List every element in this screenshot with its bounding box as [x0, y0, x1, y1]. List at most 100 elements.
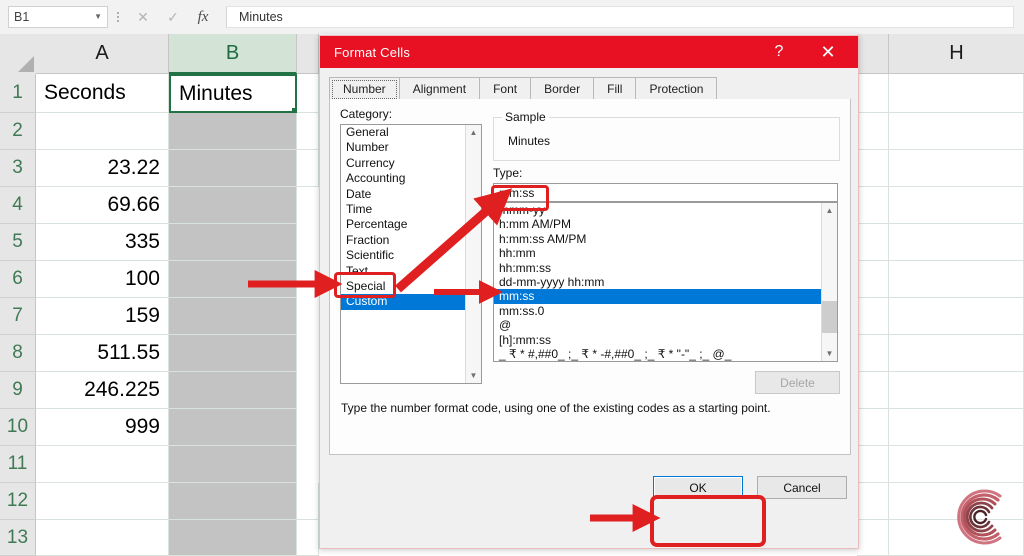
- cell-h3[interactable]: [889, 150, 1024, 187]
- row-header-5[interactable]: 5: [0, 224, 36, 261]
- cell-b4[interactable]: [169, 187, 297, 224]
- type-item-at[interactable]: @: [494, 318, 837, 332]
- cell-g13[interactable]: [857, 520, 889, 556]
- cell-a5[interactable]: 335: [36, 224, 169, 261]
- cell-h11[interactable]: [889, 446, 1024, 483]
- cell-b12[interactable]: [169, 483, 297, 520]
- type-item-hh-mm[interactable]: hh:mm: [494, 246, 837, 260]
- cell-b1[interactable]: Minutes: [169, 74, 297, 113]
- cell-c12[interactable]: [297, 483, 319, 520]
- tab-protection[interactable]: Protection: [635, 77, 717, 99]
- cell-a1[interactable]: Seconds: [36, 74, 169, 113]
- category-item-number[interactable]: Number: [341, 140, 481, 155]
- category-item-general[interactable]: General: [341, 125, 481, 140]
- cell-b8[interactable]: [169, 335, 297, 372]
- cell-g3[interactable]: [857, 150, 889, 187]
- cell-a13[interactable]: [36, 520, 169, 556]
- category-item-currency[interactable]: Currency: [341, 156, 481, 171]
- tab-border[interactable]: Border: [530, 77, 594, 99]
- scroll-down-icon[interactable]: ▼: [822, 346, 837, 361]
- dialog-title-bar[interactable]: Format Cells ? ✕: [320, 36, 858, 68]
- scroll-up-icon[interactable]: ▲: [822, 203, 837, 218]
- cell-h7[interactable]: [889, 298, 1024, 335]
- cell-a11[interactable]: [36, 446, 169, 483]
- row-header-13[interactable]: 13: [0, 520, 36, 556]
- row-header-4[interactable]: 4: [0, 187, 36, 224]
- cell-g7[interactable]: [857, 298, 889, 335]
- tab-fill[interactable]: Fill: [593, 77, 636, 99]
- insert-function-icon[interactable]: fx: [188, 5, 218, 29]
- row-header-11[interactable]: 11: [0, 446, 36, 483]
- cell-c13[interactable]: [297, 520, 319, 556]
- row-header-1[interactable]: 1: [0, 74, 36, 113]
- formula-input[interactable]: Minutes: [226, 6, 1014, 28]
- cell-c1[interactable]: [297, 74, 319, 113]
- row-header-3[interactable]: 3: [0, 150, 36, 187]
- row-header-8[interactable]: 8: [0, 335, 36, 372]
- type-input[interactable]: mm:ss: [493, 183, 838, 202]
- scrollbar-thumb[interactable]: [822, 301, 837, 333]
- category-item-date[interactable]: Date: [341, 187, 481, 202]
- category-item-time[interactable]: Time: [341, 202, 481, 217]
- cell-a7[interactable]: 159: [36, 298, 169, 335]
- category-item-accounting[interactable]: Accounting: [341, 171, 481, 186]
- scroll-up-icon[interactable]: ▲: [466, 125, 481, 140]
- row-header-6[interactable]: 6: [0, 261, 36, 298]
- cell-h4[interactable]: [889, 187, 1024, 224]
- category-item-text[interactable]: Text: [341, 264, 481, 279]
- type-list[interactable]: mmm-yy h:mm AM/PM h:mm:ss AM/PM hh:mm hh…: [493, 202, 838, 362]
- type-item-dd-mm-yyyy-hh-mm[interactable]: dd-mm-yyyy hh:mm: [494, 275, 837, 289]
- confirm-entry-icon[interactable]: ✓: [158, 5, 188, 29]
- cell-b6[interactable]: [169, 261, 297, 298]
- cell-c2[interactable]: [297, 113, 319, 150]
- tab-font[interactable]: Font: [479, 77, 531, 99]
- row-header-7[interactable]: 7: [0, 298, 36, 335]
- type-item-elapsed-hours[interactable]: [h]:mm:ss: [494, 333, 837, 347]
- tab-number[interactable]: Number: [329, 77, 400, 99]
- cell-b3[interactable]: [169, 150, 297, 187]
- cell-h5[interactable]: [889, 224, 1024, 261]
- cell-h8[interactable]: [889, 335, 1024, 372]
- category-list[interactable]: General Number Currency Accounting Date …: [340, 124, 482, 384]
- cell-a10[interactable]: 999: [36, 409, 169, 446]
- chevron-down-icon[interactable]: ▼: [94, 13, 102, 21]
- cell-g5[interactable]: [857, 224, 889, 261]
- column-header-h[interactable]: H: [889, 34, 1024, 74]
- close-icon[interactable]: ✕: [808, 36, 848, 68]
- type-scrollbar[interactable]: ▲ ▼: [821, 203, 837, 361]
- delete-button[interactable]: Delete: [755, 371, 840, 394]
- cell-b5[interactable]: [169, 224, 297, 261]
- cell-a8[interactable]: 511.55: [36, 335, 169, 372]
- column-header-c-partial[interactable]: [297, 34, 319, 74]
- cell-h9[interactable]: [889, 372, 1024, 409]
- row-header-12[interactable]: 12: [0, 483, 36, 520]
- cell-a6[interactable]: 100: [36, 261, 169, 298]
- cell-g10[interactable]: [857, 409, 889, 446]
- row-header-2[interactable]: 2: [0, 113, 36, 150]
- cell-a3[interactable]: 23.22: [36, 150, 169, 187]
- cell-g8[interactable]: [857, 335, 889, 372]
- cell-c3[interactable]: [297, 150, 319, 187]
- row-header-9[interactable]: 9: [0, 372, 36, 409]
- cell-h6[interactable]: [889, 261, 1024, 298]
- ok-button[interactable]: OK: [653, 476, 743, 499]
- column-header-g-partial[interactable]: [857, 34, 889, 74]
- tab-alignment[interactable]: Alignment: [399, 77, 480, 99]
- cell-h1[interactable]: [889, 74, 1024, 113]
- cell-a4[interactable]: 69.66: [36, 187, 169, 224]
- cell-g9[interactable]: [857, 372, 889, 409]
- cell-b9[interactable]: [169, 372, 297, 409]
- cell-a2[interactable]: [36, 113, 169, 150]
- category-item-fraction[interactable]: Fraction: [341, 233, 481, 248]
- cell-b10[interactable]: [169, 409, 297, 446]
- cell-g4[interactable]: [857, 187, 889, 224]
- type-item-hh-mm-ss[interactable]: hh:mm:ss: [494, 261, 837, 275]
- cell-b13[interactable]: [169, 520, 297, 556]
- name-box[interactable]: B1 ▼: [8, 6, 108, 28]
- cancel-button[interactable]: Cancel: [757, 476, 847, 499]
- column-header-b[interactable]: B: [169, 34, 297, 74]
- category-item-percentage[interactable]: Percentage: [341, 217, 481, 232]
- cell-a9[interactable]: 246.225: [36, 372, 169, 409]
- type-item-mmm-yy[interactable]: mmm-yy: [494, 203, 837, 217]
- type-item-mm-ss[interactable]: mm:ss: [494, 289, 837, 303]
